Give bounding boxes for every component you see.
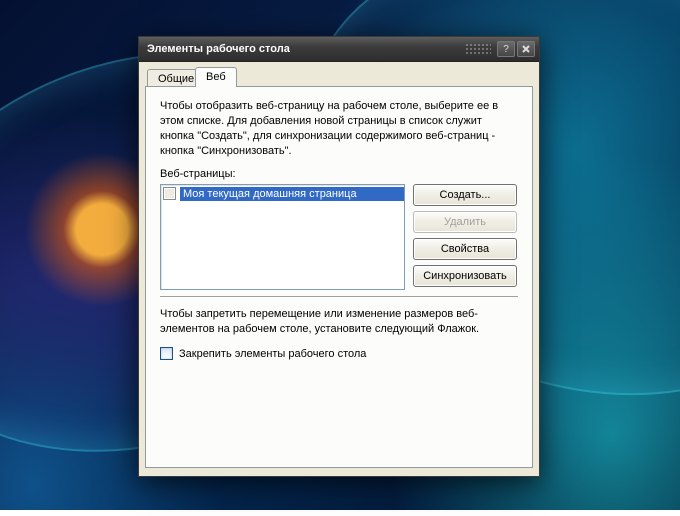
properties-button[interactable]: Свойства	[413, 238, 517, 260]
close-button[interactable]	[517, 41, 535, 57]
list-buttons: Создать... Удалить Свойства Синхронизова…	[413, 184, 517, 290]
tabstrip: Общие Веб	[145, 67, 533, 87]
tab-panel-web: Чтобы отобразить веб-страницу на рабочем…	[145, 86, 533, 468]
create-button[interactable]: Создать...	[413, 184, 517, 206]
lock-note: Чтобы запретить перемещение или изменени…	[160, 307, 518, 337]
separator	[160, 298, 518, 299]
titlebar-grip	[465, 43, 491, 55]
tab-web[interactable]: Веб	[195, 67, 237, 87]
list-item-label: Моя текущая домашняя страница	[180, 187, 404, 201]
list-label: Веб-страницы:	[160, 168, 518, 180]
lock-row: Закрепить элементы рабочего стола	[160, 347, 518, 360]
help-button[interactable]: ?	[497, 41, 515, 57]
desktop-items-dialog: Элементы рабочего стола ? Общие Веб Чтоб…	[138, 36, 540, 477]
window-title: Элементы рабочего стола	[147, 43, 465, 55]
delete-button: Удалить	[413, 211, 517, 233]
list-item-checkbox[interactable]	[163, 187, 176, 200]
intro-text: Чтобы отобразить веб-страницу на рабочем…	[160, 99, 518, 158]
lock-checkbox[interactable]	[160, 347, 173, 360]
lock-label: Закрепить элементы рабочего стола	[179, 348, 366, 360]
synchronize-button[interactable]: Синхронизовать	[413, 265, 517, 287]
titlebar[interactable]: Элементы рабочего стола ?	[139, 37, 539, 62]
close-icon	[522, 45, 530, 53]
help-icon: ?	[503, 44, 509, 55]
list-item[interactable]: Моя текущая домашняя страница	[161, 185, 404, 202]
client-area: Общие Веб Чтобы отобразить веб-страницу …	[145, 67, 533, 468]
web-pages-list[interactable]: Моя текущая домашняя страница	[160, 184, 405, 290]
